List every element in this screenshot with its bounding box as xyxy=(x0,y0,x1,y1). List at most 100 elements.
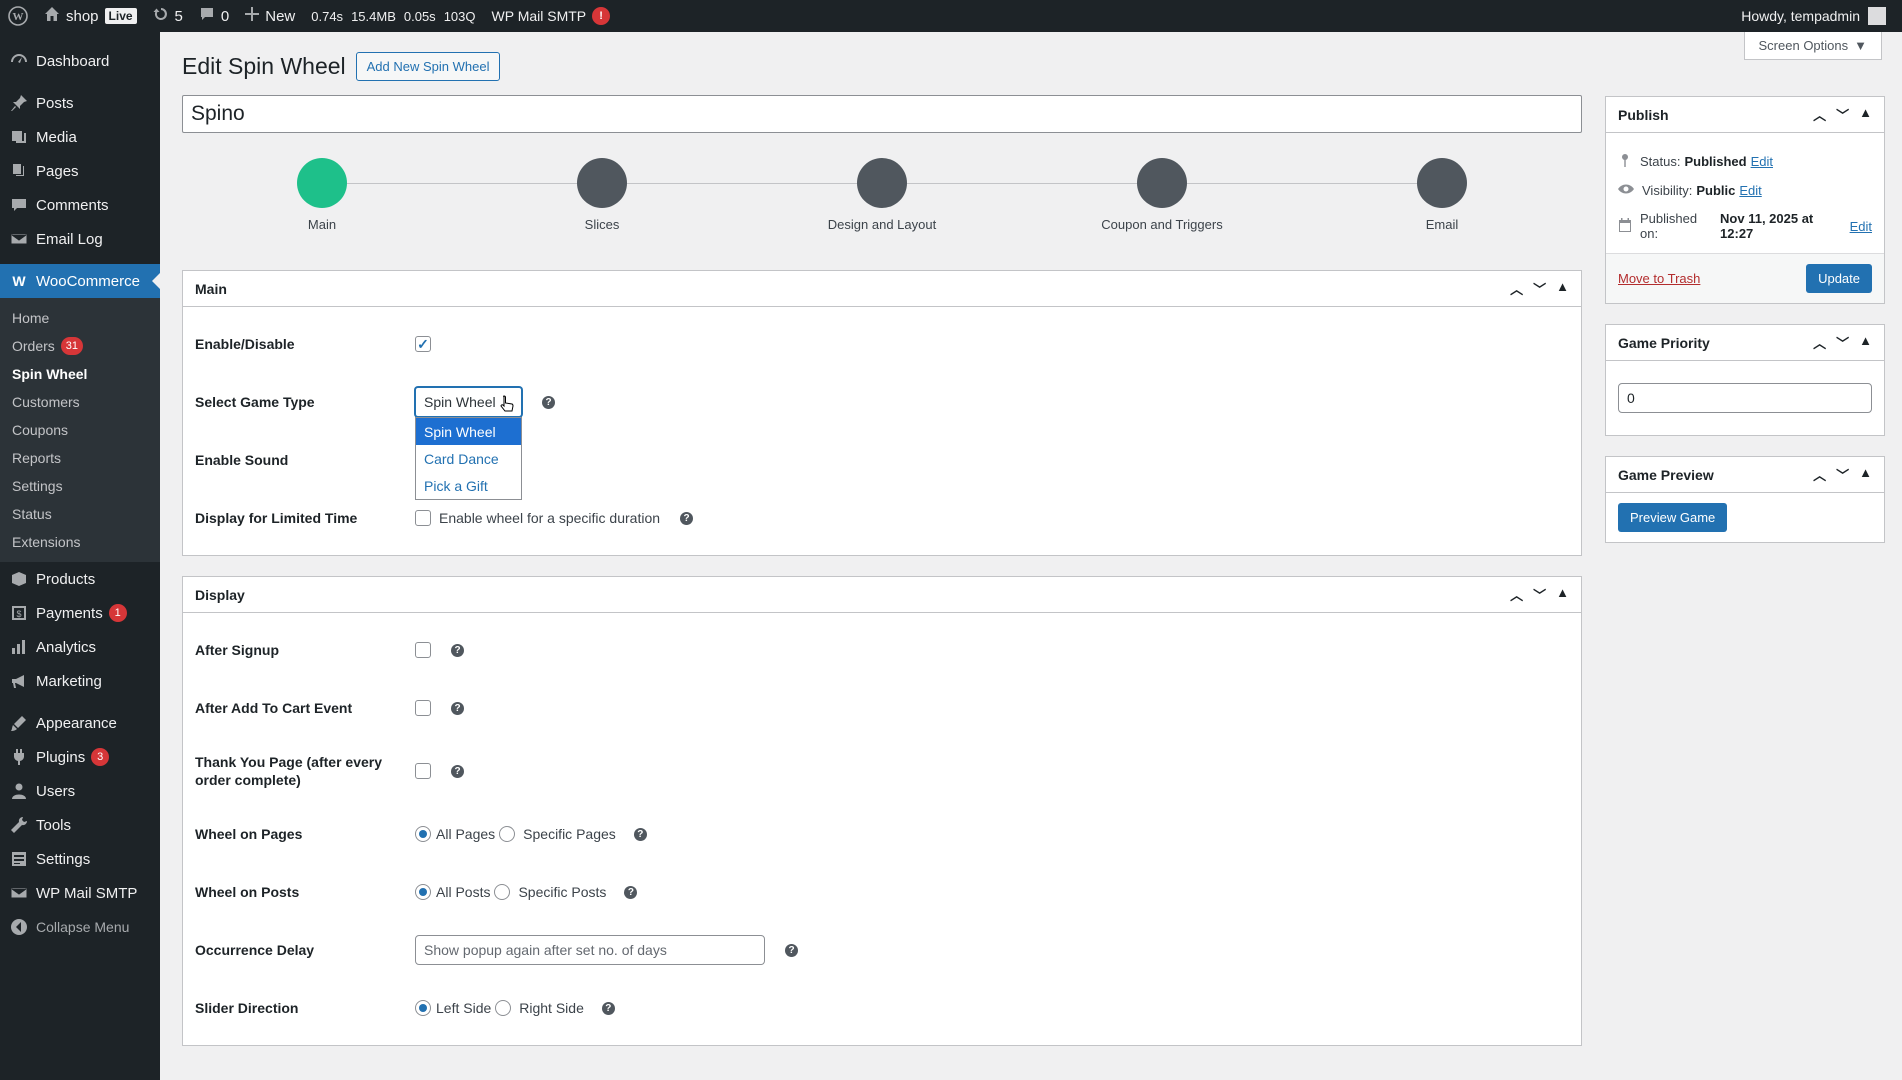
comments-link[interactable]: 0 xyxy=(191,0,237,32)
post-title-input[interactable]: Spino xyxy=(182,95,1582,133)
submenu-item-spin-wheel[interactable]: Spin Wheel xyxy=(0,360,160,388)
svg-text:$: $ xyxy=(16,609,21,619)
option-spin-wheel[interactable]: Spin Wheel xyxy=(416,418,521,445)
query-monitor-stats[interactable]: 0.74s 15.4MB 0.05s 103Q xyxy=(303,0,483,32)
move-down-icon[interactable]: ﹀ xyxy=(1836,465,1849,484)
move-up-icon[interactable]: ︿ xyxy=(1510,585,1523,604)
screen-options-button[interactable]: Screen Options ▼ xyxy=(1743,32,1882,60)
submenu-label: Reports xyxy=(12,450,62,466)
after-cart-checkbox[interactable] xyxy=(415,700,431,716)
submenu-item-customers[interactable]: Customers xyxy=(0,388,160,416)
move-down-icon[interactable]: ﹀ xyxy=(1533,585,1546,604)
submenu-item-settings[interactable]: Settings xyxy=(0,472,160,500)
panel-title: Publish xyxy=(1618,106,1669,123)
option-pick-a-gift[interactable]: Pick a Gift xyxy=(416,472,521,499)
sidebar-item-users[interactable]: Users xyxy=(0,774,160,808)
move-up-icon[interactable]: ︿ xyxy=(1813,465,1826,484)
sidebar-item-posts[interactable]: Posts xyxy=(0,86,160,120)
site-name-link[interactable]: shop Live xyxy=(36,0,145,32)
sidebar-item-pages[interactable]: Pages xyxy=(0,154,160,188)
submenu-label: Coupons xyxy=(12,422,69,438)
sidebar-item-woocommerce[interactable]: W WooCommerce xyxy=(0,264,160,298)
help-icon[interactable]: ? xyxy=(451,643,464,657)
edit-date-link[interactable]: Edit xyxy=(1850,219,1872,234)
wordpress-logo-icon[interactable]: W xyxy=(0,0,36,32)
step-coupon-and-triggers[interactable]: Coupon and Triggers xyxy=(1062,158,1262,232)
enable-checkbox[interactable] xyxy=(415,336,431,352)
move-down-icon[interactable]: ﹀ xyxy=(1836,105,1849,124)
sidebar-item-dashboard[interactable]: Dashboard xyxy=(0,44,160,78)
comment-bubble-icon xyxy=(199,6,215,26)
wp-mail-smtp-link[interactable]: WP Mail SMTP ! xyxy=(484,0,619,32)
collapse-menu-button[interactable]: Collapse Menu xyxy=(0,910,160,944)
sidebar-item-products[interactable]: Products xyxy=(0,562,160,596)
submenu-item-reports[interactable]: Reports xyxy=(0,444,160,472)
submenu-item-status[interactable]: Status xyxy=(0,500,160,528)
sidebar-item-comments[interactable]: Comments xyxy=(0,188,160,222)
submenu-label: Customers xyxy=(12,394,80,410)
sidebar-item-tools[interactable]: Tools xyxy=(0,808,160,842)
move-to-trash-link[interactable]: Move to Trash xyxy=(1618,271,1700,286)
limited-time-checkbox[interactable] xyxy=(415,510,431,526)
new-content-link[interactable]: New xyxy=(237,0,303,32)
move-up-icon[interactable]: ︿ xyxy=(1813,333,1826,352)
toggle-panel-icon[interactable]: ▲ xyxy=(1556,585,1569,604)
specific-posts-radio[interactable] xyxy=(494,884,511,900)
updates-link[interactable]: 5 xyxy=(145,0,191,32)
occurrence-delay-input[interactable]: Show popup again after set no. of days xyxy=(415,935,765,965)
all-posts-radio[interactable] xyxy=(415,884,431,900)
add-new-spin-wheel-button[interactable]: Add New Spin Wheel xyxy=(355,52,501,81)
toggle-panel-icon[interactable]: ▲ xyxy=(1556,279,1569,298)
help-icon[interactable]: ? xyxy=(624,885,638,899)
step-design-and-layout[interactable]: Design and Layout xyxy=(782,158,982,232)
help-icon[interactable]: ? xyxy=(633,827,647,841)
submenu-item-coupons[interactable]: Coupons xyxy=(0,416,160,444)
all-pages-radio[interactable] xyxy=(415,826,431,842)
sidebar-item-settings[interactable]: Settings xyxy=(0,842,160,876)
right-side-radio[interactable] xyxy=(495,1000,512,1016)
toggle-panel-icon[interactable]: ▲ xyxy=(1859,105,1872,124)
step-main[interactable]: Main xyxy=(222,158,422,232)
submenu-item-orders[interactable]: Orders 31 xyxy=(0,332,160,360)
sidebar-item-analytics[interactable]: Analytics xyxy=(0,630,160,664)
step-slices[interactable]: Slices xyxy=(502,158,702,232)
move-up-icon[interactable]: ︿ xyxy=(1813,105,1826,124)
help-icon[interactable]: ? xyxy=(451,701,464,715)
sidebar-item-wp-mail-smtp[interactable]: WP Mail SMTP xyxy=(0,876,160,910)
help-icon[interactable]: ? xyxy=(542,395,555,409)
left-side-radio[interactable] xyxy=(415,1000,431,1016)
option-card-dance[interactable]: Card Dance xyxy=(416,445,521,472)
edit-visibility-link[interactable]: Edit xyxy=(1739,183,1761,198)
toggle-panel-icon[interactable]: ▲ xyxy=(1859,333,1872,352)
move-down-icon[interactable]: ﹀ xyxy=(1836,333,1849,352)
radio-label: Specific Posts xyxy=(518,884,607,900)
specific-pages-radio[interactable] xyxy=(499,826,516,842)
help-icon[interactable]: ? xyxy=(601,1001,615,1015)
sidebar-item-email-log[interactable]: Email Log xyxy=(0,222,160,256)
sidebar-item-plugins[interactable]: Plugins 3 xyxy=(0,740,160,774)
sidebar-item-marketing[interactable]: Marketing xyxy=(0,664,160,698)
after-signup-checkbox[interactable] xyxy=(415,642,431,658)
help-icon[interactable]: ? xyxy=(680,511,694,525)
toggle-panel-icon[interactable]: ▲ xyxy=(1859,465,1872,484)
move-up-icon[interactable]: ︿ xyxy=(1510,279,1523,298)
sidebar-label: Marketing xyxy=(36,672,102,690)
submenu-item-home[interactable]: Home xyxy=(0,304,160,332)
help-icon[interactable]: ? xyxy=(451,764,464,778)
update-button[interactable]: Update xyxy=(1806,264,1872,293)
setting-label: Display for Limited Time xyxy=(195,510,358,526)
sidebar-item-payments[interactable]: $ Payments 1 xyxy=(0,596,160,630)
sidebar-item-media[interactable]: Media xyxy=(0,120,160,154)
sidebar-label: Tools xyxy=(36,816,72,834)
step-email[interactable]: Email xyxy=(1342,158,1542,232)
my-account-link[interactable]: Howdy, tempadmin xyxy=(1733,0,1894,32)
move-down-icon[interactable]: ﹀ xyxy=(1533,279,1546,298)
edit-status-link[interactable]: Edit xyxy=(1751,154,1773,169)
game-priority-input[interactable]: 0 xyxy=(1618,383,1872,413)
sidebar-item-appearance[interactable]: Appearance xyxy=(0,706,160,740)
thank-you-checkbox[interactable] xyxy=(415,763,431,779)
preview-game-button[interactable]: Preview Game xyxy=(1618,503,1728,532)
help-icon[interactable]: ? xyxy=(785,943,798,957)
submenu-item-extensions[interactable]: Extensions xyxy=(0,528,160,556)
users-icon xyxy=(10,782,28,800)
